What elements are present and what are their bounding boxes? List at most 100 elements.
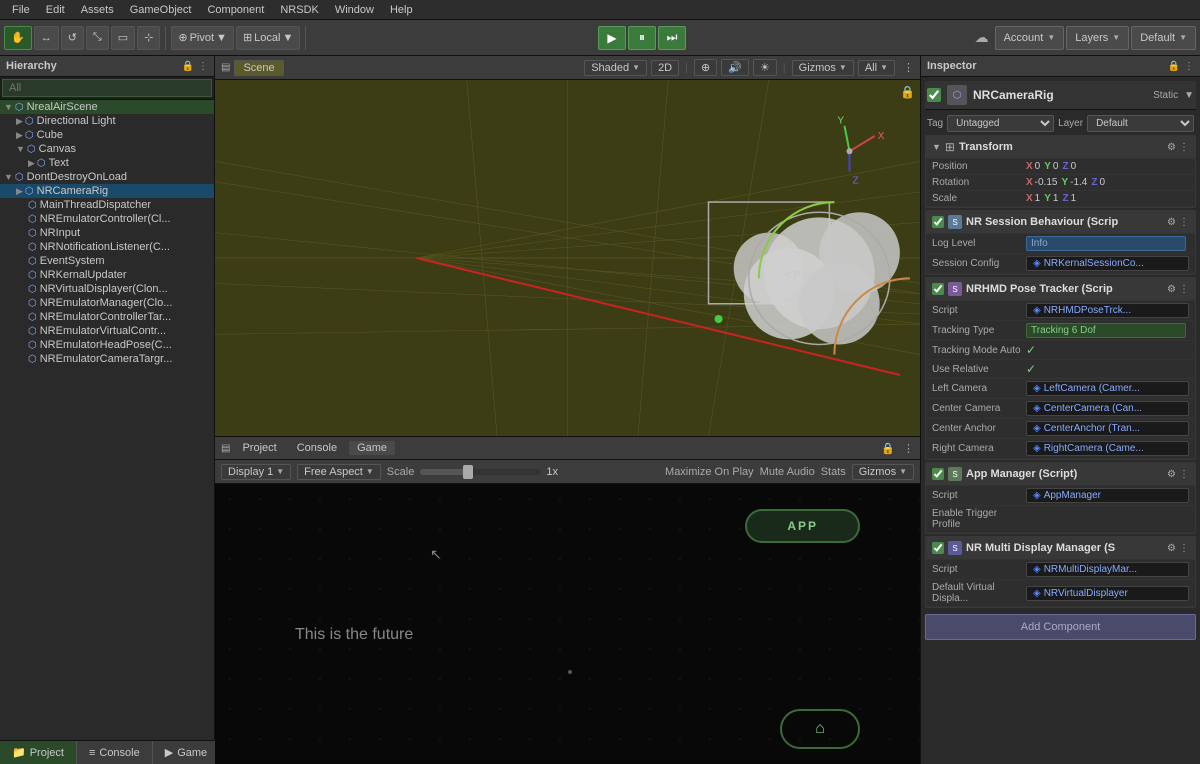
static-badge[interactable]: Static — [1153, 90, 1178, 101]
hierarchy-item-nremulatormanagerclo[interactable]: ⬡NREmulatorManager(Clo... — [0, 296, 214, 310]
nr-multi-script-value[interactable]: ◈ NRMultiDisplayMar... — [1026, 562, 1189, 577]
hierarchy-arrow-nrcamerarig[interactable]: ▶ — [16, 186, 23, 197]
nr-multi-checkbox[interactable] — [932, 542, 944, 554]
scale-z-val[interactable]: 1 — [1071, 193, 1077, 204]
app-manager-more[interactable]: ⋮ — [1179, 469, 1189, 480]
game-menu-icon[interactable]: ⋮ — [903, 442, 914, 455]
hierarchy-lock-icon[interactable]: 🔒 — [182, 61, 194, 72]
inspector-lock-icon[interactable]: 🔒 — [1168, 61, 1180, 72]
nrhmd-settings[interactable]: ⚙ — [1167, 284, 1176, 295]
log-level-value[interactable]: Info — [1026, 236, 1186, 251]
scale-tool-button[interactable]: ⤡ — [86, 26, 109, 50]
hierarchy-item-nremulatorcameratarg[interactable]: ⬡NREmulatorCameraTargr... — [0, 352, 214, 366]
nrhmd-more[interactable]: ⋮ — [1179, 284, 1189, 295]
rotate-tool-button[interactable]: ↺ — [61, 26, 84, 50]
app-button[interactable]: APP — [745, 509, 860, 543]
nr-multi-more[interactable]: ⋮ — [1179, 543, 1189, 554]
cloud-icon[interactable]: ☁ — [975, 29, 989, 46]
hierarchy-item-nremulatorcontrollerta[interactable]: ⬡NREmulatorControllerTar... — [0, 310, 214, 324]
tab-game-bt[interactable]: Game — [349, 441, 395, 455]
audio-btn[interactable]: 🔊 — [721, 59, 749, 76]
gizmos-game-dropdown[interactable]: Gizmos ▼ — [852, 464, 914, 480]
nr-session-checkbox[interactable] — [932, 216, 944, 228]
render-options[interactable]: ⊕ — [694, 59, 717, 76]
all-dropdown[interactable]: All ▼ — [858, 60, 895, 76]
hierarchy-search-input[interactable] — [2, 79, 212, 97]
home-button[interactable]: ⌂ — [780, 709, 860, 749]
layer-select[interactable]: Default — [1087, 115, 1194, 132]
hierarchy-arrow-nrealairscene[interactable]: ▼ — [4, 102, 13, 112]
hierarchy-item-canvas[interactable]: ▼⬡Canvas — [0, 142, 214, 156]
move-tool-button[interactable]: ↔ — [34, 26, 59, 50]
hierarchy-item-nrealairscene[interactable]: ▼⬡NrealAirScene — [0, 100, 214, 114]
scene-extra-btn[interactable]: ⋮ — [903, 61, 914, 74]
tab-game-bottom[interactable]: ▶ Game — [153, 741, 220, 764]
nrhmd-checkbox[interactable] — [932, 283, 944, 295]
pos-y-val[interactable]: 0 — [1053, 161, 1059, 172]
transform-tool-button[interactable]: ⊹ — [137, 26, 160, 50]
nr-multi-settings[interactable]: ⚙ — [1167, 543, 1176, 554]
menu-item-window[interactable]: Window — [327, 2, 382, 18]
session-config-value[interactable]: ◈ NRKernalSessionCo... — [1026, 256, 1189, 271]
mute-audio[interactable]: Mute Audio — [760, 466, 815, 478]
rot-z-val[interactable]: 0 — [1099, 177, 1105, 188]
tracking-type-value[interactable]: Tracking 6 Dof — [1026, 323, 1186, 338]
hierarchy-arrow-dontdestroyonload[interactable]: ▼ — [4, 172, 13, 182]
aspect-dropdown[interactable]: Free Aspect ▼ — [297, 464, 381, 480]
2d-toggle[interactable]: 2D — [651, 60, 679, 76]
tab-project[interactable]: 📁 Project — [0, 741, 77, 764]
center-camera-value[interactable]: ◈ CenterCamera (Can... — [1026, 401, 1189, 416]
hierarchy-item-nrvirtualdisplayeri[interactable]: ⬡NRVirtualDisplayer(Clon... — [0, 282, 214, 296]
hierarchy-item-nrcamerarig[interactable]: ▶⬡NRCameraRig — [0, 184, 214, 198]
hierarchy-item-nremulatorvirtualcont[interactable]: ⬡NREmulatorVirtualContr... — [0, 324, 214, 338]
local-button[interactable]: ⊞ Local ▼ — [236, 26, 300, 50]
add-component-button[interactable]: Add Component — [925, 614, 1196, 640]
hierarchy-menu-icon[interactable]: ⋮ — [198, 61, 208, 72]
app-manager-settings[interactable]: ⚙ — [1167, 469, 1176, 480]
static-dropdown[interactable]: ▼ — [1184, 90, 1194, 101]
pos-x-val[interactable]: 0 — [1035, 161, 1041, 172]
nr-session-header[interactable]: S NR Session Behaviour (Scrip ⚙ ⋮ — [926, 211, 1195, 234]
layers-button[interactable]: Layers ▼ — [1066, 26, 1129, 50]
hierarchy-item-nremulatorheadpose[interactable]: ⬡NREmulatorHeadPose(C... — [0, 338, 214, 352]
game-canvas[interactable]: APP ↖ This is the future ⌂ — [215, 484, 920, 764]
nr-session-settings[interactable]: ⚙ — [1167, 217, 1176, 228]
app-manager-checkbox[interactable] — [932, 468, 944, 480]
scene-tab[interactable]: Scene — [234, 60, 283, 76]
pos-z-val[interactable]: 0 — [1071, 161, 1077, 172]
hierarchy-item-dontdestroyonload[interactable]: ▼⬡DontDestroyOnLoad — [0, 170, 214, 184]
transform-more-icon[interactable]: ⋮ — [1179, 142, 1189, 153]
menu-item-file[interactable]: File — [4, 2, 38, 18]
go-name[interactable]: NRCameraRig — [973, 88, 1054, 102]
inspector-menu-icon[interactable]: ⋮ — [1184, 61, 1194, 72]
hierarchy-arrow-canvas[interactable]: ▼ — [16, 144, 25, 154]
hierarchy-item-nremulatorcontrollerc[interactable]: ⬡NREmulatorController(Cl... — [0, 212, 214, 226]
transform-settings-icon[interactable]: ⚙ — [1167, 142, 1176, 153]
rot-x-val[interactable]: -0.15 — [1035, 177, 1058, 188]
maximize-on-play[interactable]: Maximize On Play — [665, 466, 754, 478]
default-virtual-value[interactable]: ◈ NRVirtualDisplayer — [1026, 586, 1189, 601]
nrhmd-header[interactable]: S NRHMD Pose Tracker (Scrip ⚙ ⋮ — [926, 278, 1195, 301]
hierarchy-item-mainthreaddispatcher[interactable]: ⬡MainThreadDispatcher — [0, 198, 214, 212]
hierarchy-item-directional-light[interactable]: ▶⬡Directional Light — [0, 114, 214, 128]
hierarchy-arrow-text[interactable]: ▶ — [28, 158, 35, 169]
hierarchy-item-cube[interactable]: ▶⬡Cube — [0, 128, 214, 142]
go-active-checkbox[interactable] — [927, 88, 941, 102]
pause-button[interactable]: ⏸ — [628, 26, 656, 50]
rot-y-val[interactable]: -1.4 — [1070, 177, 1087, 188]
hand-tool-button[interactable]: ✋ — [4, 26, 32, 50]
display-dropdown[interactable]: Display 1 ▼ — [221, 464, 291, 480]
account-button[interactable]: Account ▼ — [995, 26, 1065, 50]
left-camera-value[interactable]: ◈ LeftCamera (Camer... — [1026, 381, 1189, 396]
menu-item-edit[interactable]: Edit — [38, 2, 73, 18]
menu-item-assets[interactable]: Assets — [73, 2, 122, 18]
center-anchor-value[interactable]: ◈ CenterAnchor (Tran... — [1026, 421, 1189, 436]
hierarchy-item-nrnotificationlistenerc[interactable]: ⬡NRNotificationListener(C... — [0, 240, 214, 254]
shading-dropdown[interactable]: Shaded ▼ — [584, 60, 647, 76]
gizmos-dropdown[interactable]: Gizmos ▼ — [792, 60, 854, 76]
nrhmd-script-value[interactable]: ◈ NRHMDPoseTrck... — [1026, 303, 1189, 318]
effects-btn[interactable]: ☀ — [753, 59, 777, 76]
hierarchy-arrow-cube[interactable]: ▶ — [16, 130, 23, 141]
tag-select[interactable]: Untagged — [947, 115, 1054, 132]
hierarchy-content[interactable]: ▼⬡NrealAirScene▶⬡Directional Light▶⬡Cube… — [0, 100, 214, 740]
